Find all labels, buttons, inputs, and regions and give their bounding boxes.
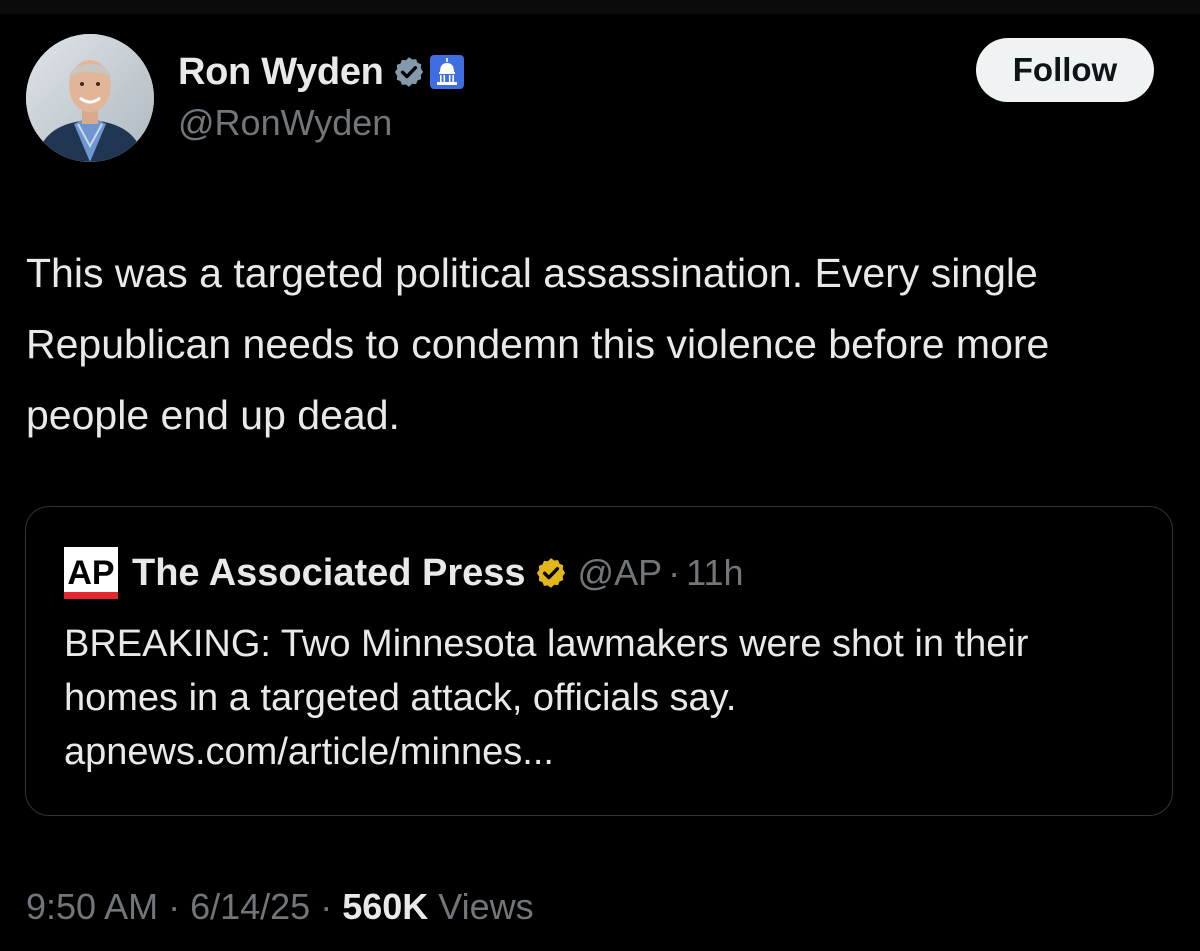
author-name[interactable]: Ron Wyden xyxy=(178,51,384,94)
separator-dot: · xyxy=(668,552,681,593)
follow-button[interactable]: Follow xyxy=(976,38,1154,102)
tweet-date[interactable]: 6/14/25 xyxy=(190,886,310,928)
quoted-tweet-header: AP The Associated Press @AP · 11h xyxy=(64,545,744,601)
quoted-author-name: The Associated Press xyxy=(132,551,526,594)
author-name-row: Ron Wyden xyxy=(178,48,464,96)
quoted-tweet-card[interactable]: AP The Associated Press @AP · 11h BREAKI… xyxy=(25,506,1173,816)
tweet-time[interactable]: 9:50 AM xyxy=(26,886,158,928)
top-edge xyxy=(0,0,1200,14)
tweet-text: This was a targeted political assassinat… xyxy=(26,250,1050,438)
gold-verified-badge-icon xyxy=(534,556,568,590)
views-count: 560K xyxy=(342,886,429,927)
separator-dot: · xyxy=(320,886,333,927)
capitol-icon xyxy=(429,55,464,89)
views-label: Views xyxy=(438,886,534,927)
quoted-tweet-time: 11h xyxy=(686,552,744,593)
tweet-meta: 9:50 AM · 6/14/25 · 560K Views xyxy=(26,886,534,928)
quoted-tweet-text: BREAKING: Two Minnesota lawmakers were s… xyxy=(64,623,1029,773)
quoted-author-handle: @AP xyxy=(577,552,663,593)
avatar[interactable] xyxy=(26,34,154,162)
verified-badge-icon xyxy=(392,55,426,89)
avatar-photo xyxy=(26,34,154,162)
ap-logo-text: AP xyxy=(67,554,114,592)
ap-logo: AP xyxy=(64,547,118,599)
separator-dot: · xyxy=(168,886,181,927)
author-handle[interactable]: @RonWyden xyxy=(178,102,392,144)
